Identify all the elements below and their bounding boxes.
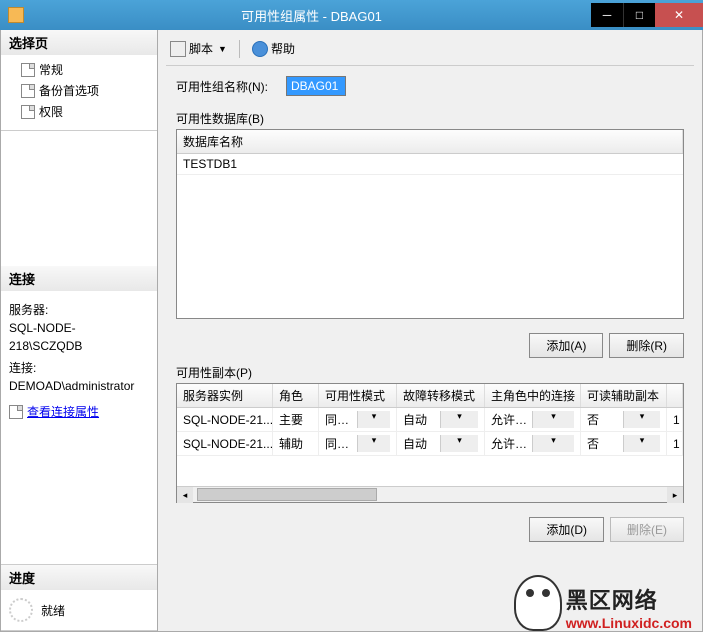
databases-grid[interactable]: 数据库名称 TESTDB1 [176, 129, 684, 319]
page-icon [21, 84, 35, 98]
sidebar: 选择页 常规 备份首选项 权限 连接 服务器: SQL-NODE-218\SCZ… [1, 30, 158, 631]
view-connection-link[interactable]: 查看连接属性 [9, 403, 99, 421]
scroll-right-arrow[interactable]: ▸ [667, 487, 683, 503]
sidebar-item-general[interactable]: 常规 [1, 59, 157, 80]
cell-extra: 1 [667, 432, 683, 455]
connection-header: 连接 [1, 266, 157, 291]
window-title: 可用性组属性 - DBAG01 [32, 6, 591, 25]
replica-add-button[interactable]: 添加(D) [529, 517, 604, 542]
watermark-title: 黑区网络 [566, 583, 692, 615]
replicas-label: 可用性副本(P) [176, 364, 684, 381]
sidebar-item-label: 备份首选项 [39, 82, 99, 99]
ag-name-label: 可用性组名称(N): [176, 78, 286, 95]
sidebar-item-backup[interactable]: 备份首选项 [1, 80, 157, 101]
cell-primary-conn[interactable]: 允许所有...▾ [485, 432, 581, 455]
select-page-header: 选择页 [1, 30, 157, 55]
watermark: 黑区网络 www.Linuxidc.com [514, 575, 692, 631]
conn-value: DEMOAD\administrator [9, 377, 149, 395]
chevron-down-icon[interactable]: ▾ [532, 435, 574, 452]
sidebar-item-label: 权限 [39, 103, 63, 120]
minimize-button[interactable]: ─ [591, 3, 623, 27]
cell-role: 辅助 [273, 432, 319, 455]
chevron-down-icon[interactable]: ▾ [357, 435, 390, 452]
col-primary-conn[interactable]: 主角色中的连接 [485, 384, 581, 407]
maximize-button[interactable]: □ [623, 3, 655, 27]
cell-instance: SQL-NODE-21... [177, 432, 273, 455]
server-value: SQL-NODE-218\SCZQDB [9, 319, 149, 355]
script-button[interactable]: 脚本 ▼ [166, 38, 231, 59]
col-failover[interactable]: 故障转移模式 [397, 384, 485, 407]
progress-header: 进度 [1, 565, 157, 590]
horizontal-scrollbar[interactable]: ◂ ▸ [177, 486, 683, 502]
sidebar-item-label: 常规 [39, 61, 63, 78]
table-row[interactable]: TESTDB1 [177, 154, 683, 175]
cell-mode[interactable]: 同步...▾ [319, 408, 397, 431]
col-role[interactable]: 角色 [273, 384, 319, 407]
link-icon [9, 405, 23, 419]
separator [239, 40, 240, 58]
table-row[interactable]: SQL-NODE-21... 主要 同步...▾ 自动▾ 允许所有...▾ 否▾… [177, 408, 683, 432]
progress-status: 就绪 [41, 602, 65, 619]
help-button[interactable]: 帮助 [248, 38, 299, 59]
chevron-down-icon[interactable]: ▾ [357, 411, 390, 428]
conn-label: 连接: [9, 359, 149, 377]
cell-instance: SQL-NODE-21... [177, 408, 273, 431]
cell-primary-conn[interactable]: 允许所有...▾ [485, 408, 581, 431]
col-readable[interactable]: 可读辅助副本 [581, 384, 667, 407]
page-icon [21, 63, 35, 77]
chevron-down-icon: ▼ [218, 44, 227, 54]
db-name-cell: TESTDB1 [177, 154, 243, 174]
col-extra[interactable] [667, 384, 683, 407]
cell-extra: 1 [667, 408, 683, 431]
server-label: 服务器: [9, 301, 149, 319]
scroll-thumb[interactable] [197, 488, 377, 501]
chevron-down-icon[interactable]: ▾ [440, 435, 478, 452]
sidebar-item-permissions[interactable]: 权限 [1, 101, 157, 122]
databases-label: 可用性数据库(B) [176, 110, 684, 127]
spinner-icon [9, 598, 33, 622]
db-add-button[interactable]: 添加(A) [529, 333, 603, 358]
close-button[interactable]: ✕ [655, 3, 703, 27]
cell-failover[interactable]: 自动▾ [397, 408, 485, 431]
help-icon [252, 41, 268, 57]
db-delete-button[interactable]: 删除(R) [609, 333, 684, 358]
col-instance[interactable]: 服务器实例 [177, 384, 273, 407]
cell-mode[interactable]: 同步...▾ [319, 432, 397, 455]
titlebar: 可用性组属性 - DBAG01 ─ □ ✕ [0, 0, 703, 30]
chevron-down-icon[interactable]: ▾ [532, 411, 574, 428]
replicas-grid[interactable]: 服务器实例 角色 可用性模式 故障转移模式 主角色中的连接 可读辅助副本 SQL… [177, 384, 683, 486]
chevron-down-icon[interactable]: ▾ [623, 411, 660, 428]
ag-name-input[interactable] [286, 76, 346, 96]
chevron-down-icon[interactable]: ▾ [623, 435, 660, 452]
toolbar: 脚本 ▼ 帮助 [166, 36, 694, 66]
script-icon [170, 41, 186, 57]
watermark-url: www.Linuxidc.com [566, 615, 692, 631]
cell-readable[interactable]: 否▾ [581, 432, 667, 455]
app-icon [8, 7, 24, 23]
page-icon [21, 105, 35, 119]
col-mode[interactable]: 可用性模式 [319, 384, 397, 407]
table-row[interactable]: SQL-NODE-21... 辅助 同步...▾ 自动▾ 允许所有...▾ 否▾… [177, 432, 683, 456]
cell-failover[interactable]: 自动▾ [397, 432, 485, 455]
cell-readable[interactable]: 否▾ [581, 408, 667, 431]
scroll-left-arrow[interactable]: ◂ [177, 487, 193, 503]
chevron-down-icon[interactable]: ▾ [440, 411, 478, 428]
content: 脚本 ▼ 帮助 可用性组名称(N): 可用性数据库(B) 数据库名称 TESTD… [158, 30, 702, 631]
db-col-name[interactable]: 数据库名称 [177, 130, 683, 153]
penguin-icon [514, 575, 562, 631]
replica-delete-button: 删除(E) [610, 517, 684, 542]
cell-role: 主要 [273, 408, 319, 431]
